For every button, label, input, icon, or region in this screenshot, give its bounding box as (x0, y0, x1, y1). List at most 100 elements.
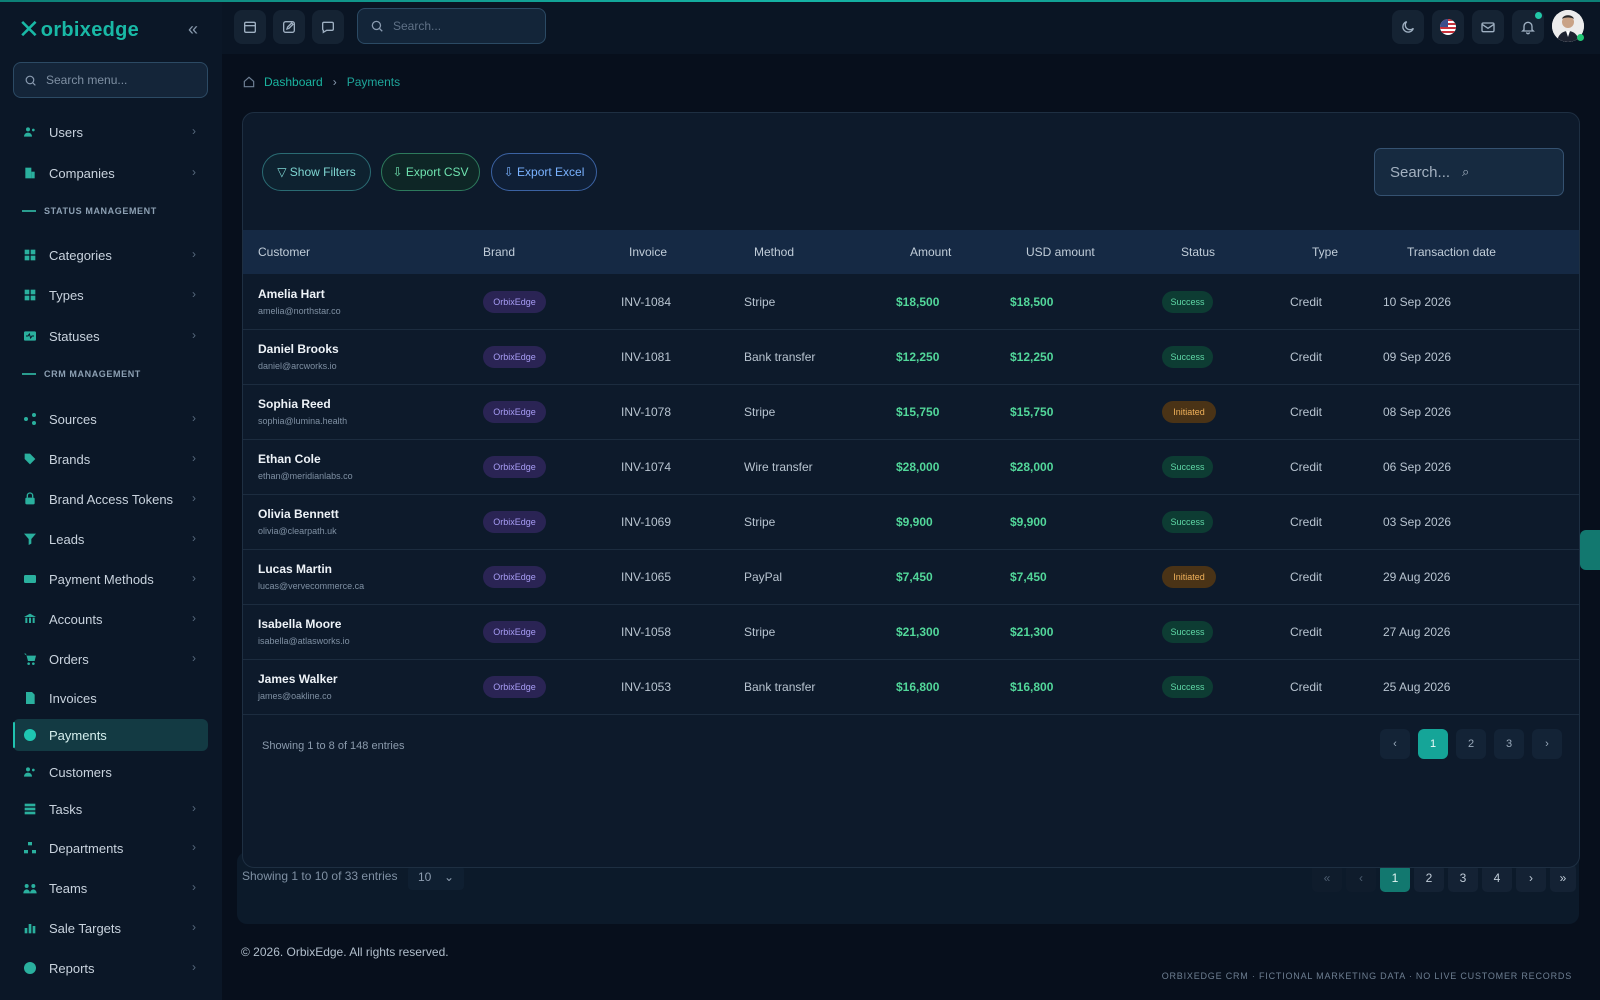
background-first-page-button[interactable]: « (1312, 864, 1342, 892)
transaction-type: Credit (1290, 570, 1323, 584)
chevron-right-icon: › (192, 571, 196, 585)
language-button[interactable] (1432, 10, 1464, 44)
amount: $21,300 (896, 625, 940, 639)
column-header-customer[interactable]: Customer (258, 245, 310, 259)
sidebar-item-leads[interactable]: Leads › (13, 523, 208, 555)
next-page-button[interactable]: › (1532, 729, 1562, 759)
usd-amount: $21,300 (1010, 625, 1054, 639)
table-row[interactable]: Isabella Moore isabella@atlasworks.io Orbi… (243, 604, 1579, 660)
settings-drawer-tab[interactable] (1580, 530, 1600, 570)
background-page-4[interactable]: 4 (1482, 864, 1512, 892)
sidebar-item-label: Accounts (49, 612, 103, 627)
background-page-2[interactable]: 2 (1414, 864, 1444, 892)
background-prev-page-button[interactable]: ‹ (1346, 864, 1376, 892)
sidebar-item-label: Types (49, 288, 84, 303)
table-row[interactable]: Ethan Cole ethan@meridianlabs.co OrbixEdge… (243, 439, 1579, 495)
background-last-page-button[interactable]: » (1550, 864, 1576, 892)
amount: $15,750 (896, 405, 940, 419)
table-row[interactable]: James Walker james@oakline.co OrbixEdge INV… (243, 659, 1579, 715)
page-1-button[interactable]: 1 (1418, 729, 1448, 759)
page-size-select[interactable]: 10 ⌄ (408, 866, 464, 890)
sidebar-item-reports[interactable]: Reports › (13, 952, 208, 984)
prev-page-button[interactable]: ‹ (1380, 729, 1410, 759)
sidebar-item-types[interactable]: Types › (13, 279, 208, 311)
sidebar-item-sources[interactable]: Sources › (13, 403, 208, 435)
sidebar-item-payments[interactable]: Payments (13, 719, 208, 751)
collapse-sidebar-button[interactable]: « (184, 18, 202, 40)
column-header-status[interactable]: Status (1181, 245, 1215, 259)
column-header-brand[interactable]: Brand (483, 245, 515, 259)
invoice-number[interactable]: INV-1078 (621, 405, 671, 419)
moon-icon (1402, 21, 1414, 33)
breadcrumb-dashboard-link[interactable]: Dashboard (264, 75, 323, 89)
payment-method: Bank transfer (744, 350, 816, 364)
customer-email: daniel@arcworks.io (258, 361, 337, 371)
chevron-right-icon: › (192, 531, 196, 545)
amount: $16,800 (896, 680, 940, 694)
invoice-number[interactable]: INV-1084 (621, 295, 671, 309)
sidebar-item-categories[interactable]: Categories › (13, 239, 208, 271)
calendar-button[interactable] (234, 10, 266, 44)
customer-email: lucas@vervecommerce.ca (258, 581, 365, 591)
show-filters-button[interactable]: ▽ Show Filters (262, 153, 371, 191)
theme-toggle-button[interactable] (1392, 10, 1424, 44)
sidebar-item-sale-targets[interactable]: Sale Targets › (13, 912, 208, 944)
building-icon (25, 167, 35, 179)
table-row[interactable]: Lucas Martin lucas@vervecommerce.ca OrbixE… (243, 549, 1579, 605)
background-page-1[interactable]: 1 (1380, 864, 1410, 892)
table-row[interactable]: Sophia Reed sophia@lumina.health OrbixEdge… (243, 384, 1579, 440)
sidebar-item-customers[interactable]: Customers (13, 756, 208, 788)
export-excel-button[interactable]: ⇩ Export Excel (491, 153, 597, 191)
sidebar-item-invoices[interactable]: Invoices (13, 682, 208, 714)
sidebar-item-brand-access-tokens[interactable]: Brand Access Tokens › (13, 483, 208, 515)
invoice-number[interactable]: INV-1058 (621, 625, 671, 639)
invoice-number[interactable]: INV-1069 (621, 515, 671, 529)
transaction-date: 29 Aug 2026 (1383, 570, 1451, 584)
edit-button[interactable] (273, 10, 305, 44)
chat-button[interactable] (312, 10, 344, 44)
sidebar-item-payment-methods[interactable]: Payment Methods › (13, 563, 208, 595)
export-csv-button[interactable]: ⇩ Export CSV (381, 153, 480, 191)
table-search-input[interactable] (1390, 163, 1450, 181)
table-row[interactable]: Amelia Hart amelia@northstar.co OrbixEdge I… (243, 274, 1579, 330)
sidebar-item-statuses[interactable]: Statuses › (13, 320, 208, 352)
invoice-number[interactable]: INV-1081 (621, 350, 671, 364)
column-header-transaction-date[interactable]: Transaction date (1407, 245, 1496, 259)
background-next-page-button[interactable]: › (1516, 864, 1546, 892)
usd-amount: $15,750 (1010, 405, 1054, 419)
page-2-button[interactable]: 2 (1456, 729, 1486, 759)
column-header-type[interactable]: Type (1312, 245, 1338, 259)
invoice-number[interactable]: INV-1065 (621, 570, 671, 584)
messages-button[interactable] (1472, 10, 1504, 44)
page-3-button[interactable]: 3 (1494, 729, 1524, 759)
calendar-icon (244, 21, 256, 33)
table-row[interactable]: Olivia Bennett olivia@clearpath.uk OrbixEd… (243, 494, 1579, 550)
sidebar-search-input[interactable] (46, 73, 196, 87)
sidebar-item-tasks[interactable]: Tasks › (13, 793, 208, 825)
background-page-3[interactable]: 3 (1448, 864, 1478, 892)
sidebar-item-users[interactable]: Users › (13, 116, 208, 148)
global-search[interactable] (357, 8, 546, 44)
sidebar-item-teams[interactable]: Teams › (13, 872, 208, 904)
column-header-amount[interactable]: Amount (910, 245, 951, 259)
column-header-method[interactable]: Method (754, 245, 794, 259)
app-logo[interactable]: ✕ orbixedge (18, 16, 139, 44)
table-row[interactable]: Daniel Brooks daniel@arcworks.io OrbixEdge… (243, 329, 1579, 385)
sidebar-search[interactable] (13, 62, 208, 98)
sidebar-item-orders[interactable]: Orders › (13, 643, 208, 675)
column-header-usd-amount[interactable]: USD amount (1026, 245, 1095, 259)
payment-method: Stripe (744, 295, 776, 309)
users-icon (24, 767, 35, 777)
sidebar-item-accounts[interactable]: Accounts › (13, 603, 208, 635)
column-header-invoice[interactable]: Invoice (629, 245, 667, 259)
sidebar-item-brands[interactable]: Brands › (13, 443, 208, 475)
sidebar-item-label: Users (49, 125, 83, 140)
customer-email: olivia@clearpath.uk (258, 526, 337, 536)
invoice-number[interactable]: INV-1053 (621, 680, 671, 694)
sidebar-item-departments[interactable]: Departments › (13, 832, 208, 864)
global-search-input[interactable] (393, 19, 533, 33)
sidebar-item-companies[interactable]: Companies › (13, 157, 208, 189)
table-search[interactable]: ⌕ (1374, 148, 1564, 196)
mail-icon (1481, 22, 1495, 33)
invoice-number[interactable]: INV-1074 (621, 460, 671, 474)
